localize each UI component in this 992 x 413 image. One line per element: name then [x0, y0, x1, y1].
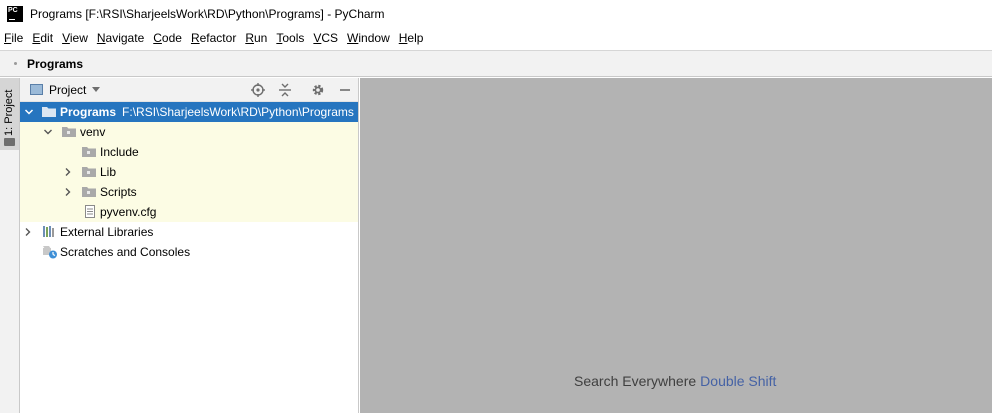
- tree-node-programs[interactable]: Programs F:\RSI\SharjeelsWork\RD\Python\P…: [20, 102, 358, 122]
- menu-mnemonic: R: [245, 31, 254, 45]
- project-tool-tab[interactable]: 1: Project: [0, 78, 19, 150]
- project-view-icon: [30, 84, 43, 95]
- tree-node-scratches-and-consoles[interactable]: Scratches and Consoles: [20, 242, 358, 262]
- menu-help[interactable]: Help: [399, 31, 424, 45]
- menu-label: ode: [161, 31, 182, 45]
- tree-node-label: Include: [100, 145, 139, 159]
- title-bar: PC Programs [F:\RSI\SharjeelsWork\RD\Pyt…: [0, 0, 992, 27]
- config-file-icon: [85, 205, 99, 218]
- chevron-down-icon[interactable]: [24, 107, 34, 117]
- hint-text: Search Everywhere: [574, 373, 697, 389]
- menu-tools[interactable]: Tools: [276, 31, 304, 45]
- scratches-icon: [42, 245, 57, 259]
- project-panel-header: Project: [20, 78, 358, 102]
- menu-mnemonic: V: [62, 31, 70, 45]
- menu-label: indow: [358, 31, 390, 45]
- menu-window[interactable]: Window: [347, 31, 390, 45]
- editor-empty-area: Search Everywhere Double Shift: [360, 78, 992, 413]
- menu-refactor[interactable]: Refactor: [191, 31, 236, 45]
- library-icon: [42, 225, 56, 237]
- locate-file-icon[interactable]: [251, 83, 265, 97]
- menu-edit[interactable]: Edit: [32, 31, 53, 45]
- tree-node-label: pyvenv.cfg: [100, 205, 157, 219]
- tree-node-external-libraries[interactable]: External Libraries: [20, 222, 358, 242]
- menu-mnemonic: N: [96, 31, 106, 45]
- project-tool-tab-label: 1: Project: [3, 89, 15, 136]
- tree-node-venv[interactable]: venv: [20, 122, 358, 142]
- gear-icon[interactable]: [311, 83, 325, 97]
- tree-node-lib[interactable]: Lib: [20, 162, 358, 182]
- menu-bar: File Edit View Navigate Code Refactor Ru…: [0, 27, 992, 49]
- menu-label: iew: [69, 31, 88, 45]
- root-project-path: F:\RSI\SharjeelsWork\RD\Python\Programs: [122, 105, 354, 119]
- hint-shortcut: Double Shift: [700, 373, 777, 389]
- tree-node-include[interactable]: Include: [20, 142, 358, 162]
- minimize-panel-icon[interactable]: [338, 83, 352, 97]
- menu-label: CS: [321, 31, 339, 45]
- pycharm-logo-icon: PC: [7, 5, 23, 22]
- menu-view[interactable]: View: [62, 31, 88, 45]
- folder-icon: [82, 166, 96, 177]
- folder-icon: [62, 126, 76, 137]
- menu-file[interactable]: File: [4, 31, 23, 45]
- tree-node-scripts[interactable]: Scripts: [20, 182, 358, 202]
- left-tool-strip: 1: Project: [0, 78, 20, 413]
- menu-vcs[interactable]: VCS: [313, 31, 338, 45]
- menu-run[interactable]: Run: [245, 31, 267, 45]
- folder-icon: [82, 186, 96, 197]
- menu-label: un: [253, 31, 268, 45]
- tree-node-label: venv: [80, 125, 106, 139]
- project-tree: Programs F:\RSI\SharjeelsWork\RD\Python\P…: [20, 102, 358, 262]
- menu-mnemonic: C: [153, 31, 162, 45]
- tree-node-label: External Libraries: [60, 225, 154, 239]
- chevron-right-icon[interactable]: [23, 227, 33, 237]
- menu-label: ools: [282, 31, 305, 45]
- chevron-down-icon[interactable]: [92, 87, 101, 92]
- folder-icon: [42, 106, 56, 117]
- menu-label: ile: [11, 31, 24, 45]
- tree-node-label: Programs F:\RSI\SharjeelsWork\RD\Python\P…: [60, 105, 354, 119]
- menu-mnemonic: R: [190, 31, 200, 45]
- menu-label: avigate: [105, 31, 145, 45]
- menu-navigate[interactable]: Navigate: [97, 31, 144, 45]
- chevron-right-icon[interactable]: [63, 187, 73, 197]
- tree-node-pyvenv-cfg[interactable]: pyvenv.cfg: [20, 202, 358, 222]
- folder-icon: [4, 138, 15, 146]
- chevron-down-icon[interactable]: [43, 127, 53, 137]
- window-title: Programs [F:\RSI\SharjeelsWork\RD\Python…: [30, 6, 385, 21]
- menu-mnemonic: W: [347, 31, 359, 45]
- project-view-selector[interactable]: Project: [49, 83, 86, 97]
- breadcrumb-programs[interactable]: Programs: [27, 57, 83, 71]
- breadcrumb-dot-icon: [14, 62, 17, 65]
- menu-code[interactable]: Code: [153, 31, 182, 45]
- search-everywhere-hint: Search Everywhere Double Shift: [574, 373, 776, 389]
- project-panel: Project Programs F:\RSI\SharjeelsWork\RD\…: [20, 78, 359, 413]
- chevron-right-icon[interactable]: [63, 167, 73, 177]
- root-project-name: Programs: [60, 105, 117, 119]
- folder-icon: [82, 146, 96, 157]
- menu-label: dit: [40, 31, 54, 45]
- tree-node-label: Scripts: [100, 185, 137, 199]
- collapse-all-icon[interactable]: [278, 83, 292, 97]
- menu-label: efactor: [199, 31, 237, 45]
- tree-node-label: Lib: [100, 165, 117, 179]
- tree-node-label: Scratches and Consoles: [60, 245, 191, 259]
- menu-label: elp: [407, 31, 424, 45]
- navigation-bar: Programs: [0, 50, 992, 77]
